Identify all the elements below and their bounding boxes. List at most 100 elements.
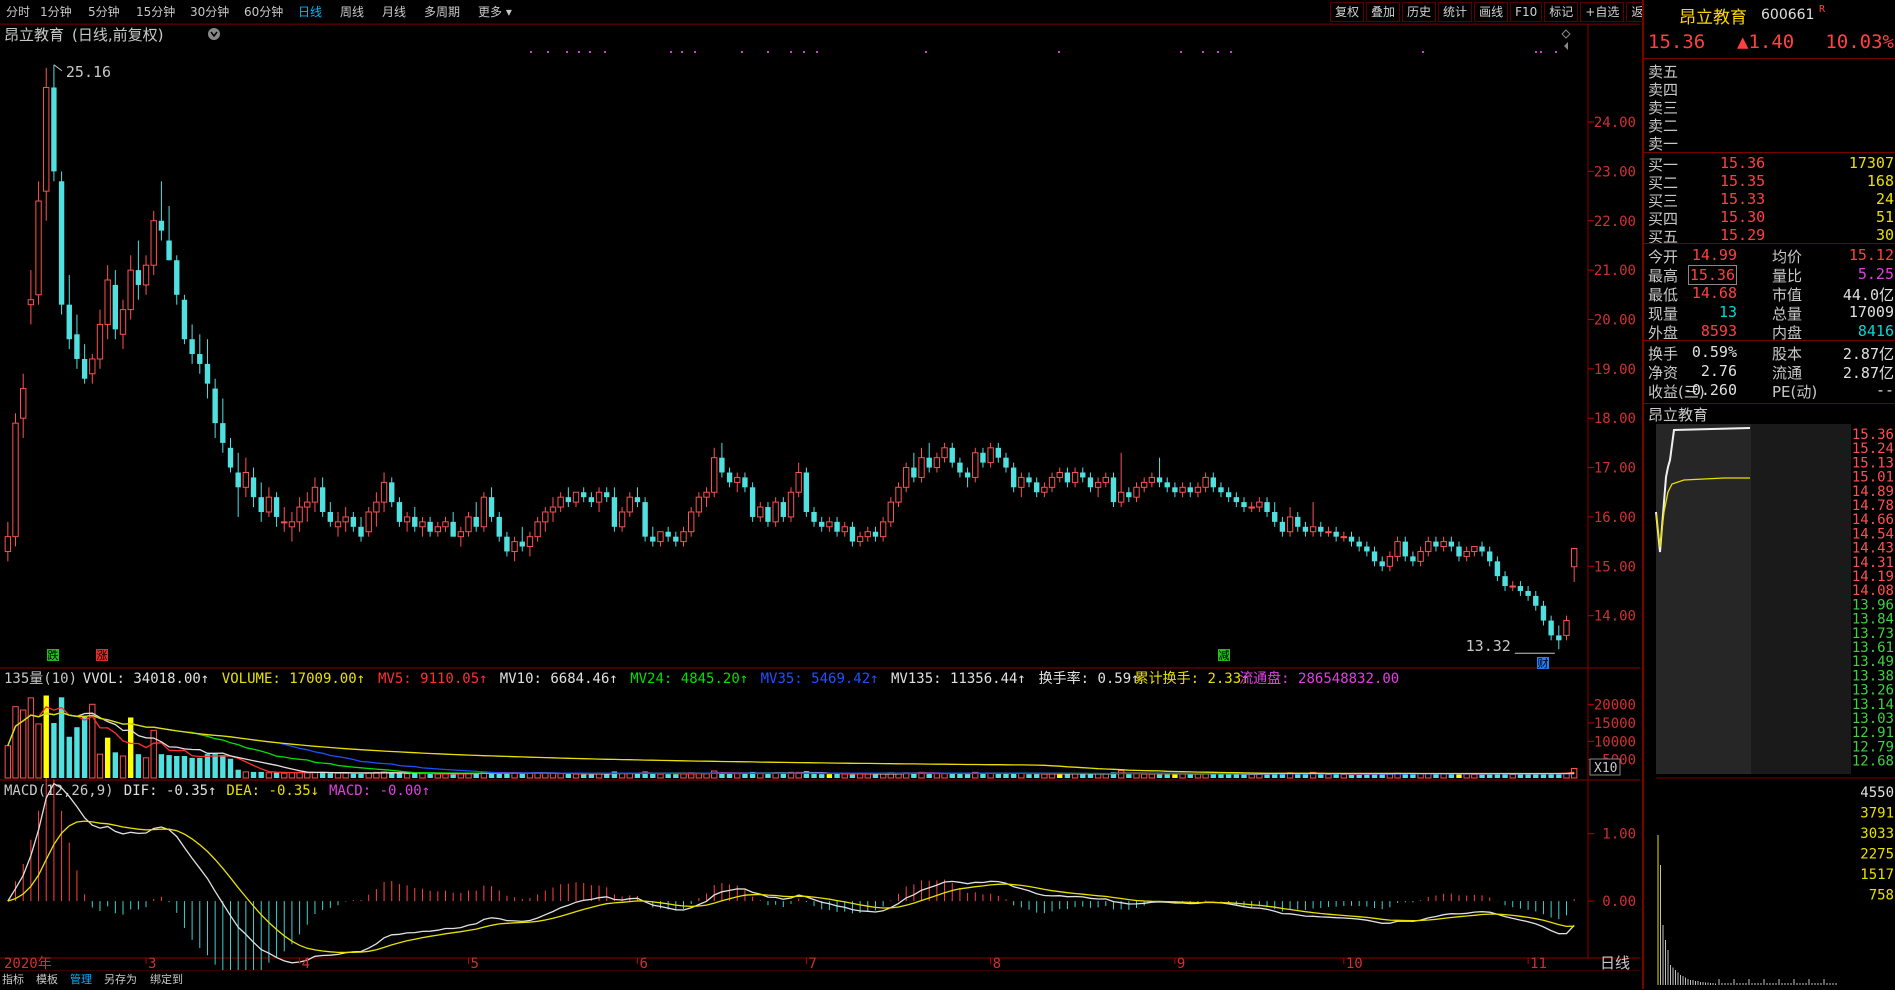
candle-body-down bbox=[819, 521, 825, 527]
vol-axis-label: 15000 bbox=[1594, 716, 1636, 732]
bottom-tab-4[interactable]: 绑定到 bbox=[150, 972, 183, 988]
vol-bar-up bbox=[96, 753, 104, 779]
chevron-down-icon[interactable] bbox=[208, 28, 220, 40]
vol-bar bbox=[1164, 774, 1170, 778]
vol-bar bbox=[189, 757, 195, 778]
candle-body-down bbox=[949, 447, 955, 463]
candle-body-down bbox=[1233, 497, 1240, 503]
vol-bar-up bbox=[142, 757, 150, 779]
candle-body-down bbox=[1295, 516, 1301, 527]
candle-body-up bbox=[941, 447, 948, 459]
buy-level-price: 15.29 bbox=[1720, 226, 1766, 244]
candle-body-down bbox=[665, 531, 671, 537]
vol-bar-up bbox=[1133, 773, 1140, 779]
candle-body-up bbox=[703, 491, 710, 498]
candle-body-up bbox=[311, 486, 319, 503]
candle-body-up bbox=[1141, 481, 1148, 488]
candle-body-down bbox=[911, 467, 917, 478]
intraday-mini-chart[interactable]: 15.3615.2415.1315.0114.8914.7814.6614.54… bbox=[1644, 422, 1895, 987]
buy-level-row[interactable]: 买二 15.35 168 bbox=[1644, 172, 1895, 192]
macd-header-2: DEA: -0.35↓ bbox=[226, 783, 319, 799]
vol-bar-up bbox=[304, 772, 311, 779]
candle-body-up bbox=[1256, 501, 1263, 508]
candle-body-down bbox=[1264, 502, 1270, 512]
event-dot bbox=[1540, 51, 1542, 53]
bottom-tab-2[interactable]: 管理 bbox=[70, 972, 92, 988]
stat-value: 13 bbox=[1718, 303, 1737, 321]
chart-subtitle: (日线,前复权) bbox=[72, 26, 163, 44]
candle-body-up bbox=[549, 506, 557, 513]
vol-header-5: MV24: 4845.20↑ bbox=[630, 671, 748, 687]
vol-bar bbox=[1225, 774, 1232, 778]
candle-body-up bbox=[27, 299, 35, 306]
marker-zhang: 涨 bbox=[97, 649, 108, 662]
candle-body-down bbox=[811, 511, 817, 522]
vol-ma24 bbox=[7, 711, 1575, 775]
candle-body-up bbox=[572, 491, 580, 503]
bottom-tab-3[interactable]: 另存为 bbox=[104, 972, 137, 988]
candle-body-up bbox=[1425, 541, 1432, 552]
candle-body-down bbox=[427, 521, 433, 532]
candle-body-down bbox=[227, 447, 234, 468]
vol-bar-up bbox=[941, 773, 948, 779]
buy-level-price: 15.30 bbox=[1720, 208, 1766, 226]
time-label: 6 bbox=[639, 956, 647, 970]
vol-bar-up bbox=[265, 772, 273, 779]
diamond-icon[interactable] bbox=[1561, 29, 1571, 39]
candle-body-down bbox=[135, 270, 142, 285]
vol-bar bbox=[1026, 774, 1032, 778]
stat-row: 收益(三) -0.260 PE(动) -- bbox=[1644, 381, 1895, 401]
candle-body-down bbox=[1540, 605, 1547, 621]
vol-bar-up bbox=[1340, 774, 1348, 779]
vol-bar bbox=[412, 773, 418, 778]
buy-level-row[interactable]: 买一 15.36 17307 bbox=[1644, 154, 1895, 174]
candle-body-up bbox=[12, 422, 19, 538]
vol-bar bbox=[427, 773, 433, 778]
vol-bar bbox=[819, 774, 825, 778]
candle-body-down bbox=[749, 487, 756, 517]
vol-bar bbox=[128, 717, 134, 778]
buy-level-row[interactable]: 买五 15.29 30 bbox=[1644, 226, 1895, 246]
stock-chart[interactable]: 24.00 23.00 22.00 21.00 20.00 19.00 18.00 17.00… bbox=[0, 0, 1640, 970]
candle-body-up bbox=[534, 521, 541, 538]
stock-name: 昂立教育 bbox=[1679, 8, 1747, 28]
candle-body-up bbox=[795, 471, 802, 493]
candle-body-down bbox=[389, 482, 395, 503]
mini-vol-label: 2275 bbox=[1860, 847, 1894, 863]
candle-body-down bbox=[1502, 576, 1508, 587]
vol-bar bbox=[204, 754, 211, 778]
candle-body-up bbox=[864, 531, 871, 538]
candle-body-up bbox=[1463, 550, 1470, 557]
candle-body-up bbox=[242, 471, 250, 488]
candle-body-down bbox=[51, 87, 57, 172]
bottom-tab-1[interactable]: 模板 bbox=[36, 972, 58, 988]
candle-body-down bbox=[450, 521, 456, 537]
vol-bar bbox=[227, 758, 234, 778]
candle-body-up bbox=[1102, 476, 1109, 483]
candle-body-down bbox=[604, 492, 610, 498]
vol-header-6: MV35: 5469.42↑ bbox=[761, 671, 879, 687]
candle-body-down bbox=[588, 497, 595, 503]
candle-body-down bbox=[565, 497, 572, 503]
event-dot bbox=[681, 51, 683, 53]
buy-level-row[interactable]: 买四 15.30 51 bbox=[1644, 208, 1895, 228]
stat-label: 总量 bbox=[1772, 305, 1803, 323]
arrow-icon[interactable] bbox=[1564, 42, 1568, 50]
stat-value: -0.260 bbox=[1682, 381, 1737, 399]
candle-body-up bbox=[1386, 555, 1394, 567]
quote-panel: 昂立教育 600661 R 15.36 ▲1.40 10.03% 卖五 卖四 卖三卖… bbox=[1642, 0, 1895, 989]
stat-value: 15.36 bbox=[1687, 265, 1737, 285]
candle-body-up bbox=[734, 476, 741, 483]
buy-level-volume: 51 bbox=[1875, 208, 1894, 226]
divider bbox=[1644, 152, 1895, 153]
candle-body-up bbox=[1417, 550, 1424, 562]
price-tick-label: 19.00 bbox=[1594, 362, 1636, 378]
candle-body-up bbox=[879, 521, 887, 538]
bottom-tab-0[interactable]: 指标 bbox=[2, 972, 24, 988]
vol-bar bbox=[74, 727, 80, 778]
vol-bar-up bbox=[1148, 773, 1156, 779]
stat-label: 最高 bbox=[1648, 267, 1679, 285]
buy-level-row[interactable]: 买三 15.33 24 bbox=[1644, 190, 1895, 210]
vol-bar-up bbox=[434, 773, 441, 779]
candle-body-up bbox=[296, 506, 303, 523]
